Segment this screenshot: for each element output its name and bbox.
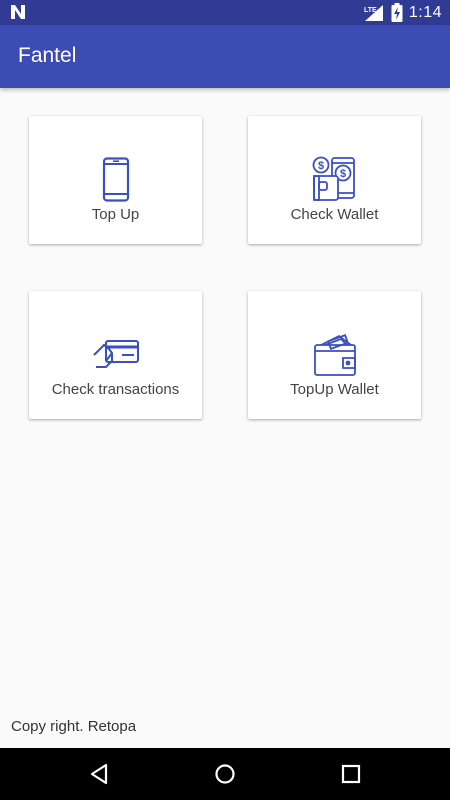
- home-icon[interactable]: [214, 762, 236, 786]
- battery-charging-icon: [391, 3, 403, 22]
- app-bar: Fantel: [0, 25, 450, 88]
- signal-icon: LTE: [364, 4, 383, 21]
- app-title: Fantel: [18, 44, 77, 67]
- top-up-card[interactable]: Top Up: [29, 116, 202, 244]
- network-type-label: LTE: [364, 7, 377, 14]
- topup-wallet-label: TopUp Wallet: [290, 381, 379, 398]
- recents-icon[interactable]: [340, 762, 362, 786]
- svg-text:$: $: [340, 168, 346, 180]
- top-up-label: Top Up: [91, 206, 140, 223]
- copyright-text: Copy right. Retopa: [11, 718, 137, 735]
- svg-text:$: $: [318, 160, 324, 172]
- n-logo-icon: [11, 5, 25, 19]
- check-wallet-label: Check Wallet: [290, 206, 379, 223]
- card-hand-icon: [92, 340, 139, 368]
- topup-wallet-card[interactable]: TopUp Wallet: [248, 291, 421, 419]
- check-wallet-card[interactable]: $ $ Check Wallet: [248, 116, 421, 244]
- mobile-phone-icon: [102, 157, 129, 202]
- clock: 1:14: [408, 3, 442, 21]
- wallet-cash-icon: [313, 334, 356, 376]
- back-icon[interactable]: [88, 762, 110, 786]
- status-bar: LTE 1:14: [0, 0, 450, 25]
- check-transactions-label: Check transactions: [51, 381, 180, 398]
- check-transactions-card[interactable]: Check transactions: [29, 291, 202, 419]
- navigation-bar: [0, 748, 450, 800]
- wallet-phone-icon: $ $: [312, 156, 355, 201]
